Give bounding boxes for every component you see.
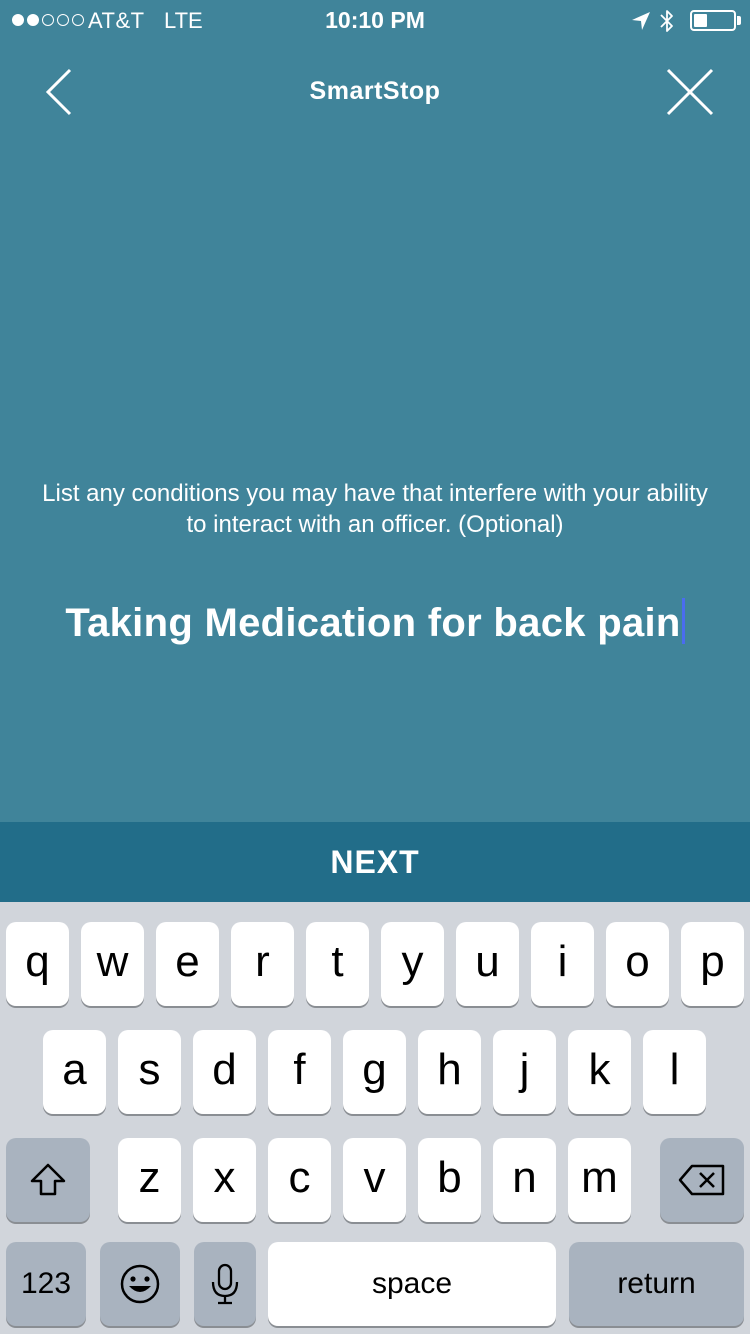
app-title: SmartStop — [309, 77, 441, 105]
key-l[interactable]: l — [643, 1030, 706, 1114]
key-w[interactable]: w — [81, 922, 144, 1006]
key-j[interactable]: j — [493, 1030, 556, 1114]
status-bar: AT&T LTE 10:10 PM — [0, 0, 750, 40]
microphone-icon — [211, 1263, 239, 1305]
shift-icon — [30, 1163, 66, 1196]
key-b[interactable]: b — [418, 1138, 481, 1222]
delete-icon — [678, 1164, 725, 1196]
key-z[interactable]: z — [118, 1138, 181, 1222]
key-f[interactable]: f — [268, 1030, 331, 1114]
space-key[interactable]: space — [268, 1242, 556, 1326]
key-a[interactable]: a — [43, 1030, 106, 1114]
answer-text[interactable]: Taking Medication for back pain — [65, 599, 680, 647]
key-u[interactable]: u — [456, 922, 519, 1006]
shift-key[interactable] — [6, 1138, 90, 1222]
key-q[interactable]: q — [6, 922, 69, 1006]
key-e[interactable]: e — [156, 922, 219, 1006]
numbers-key[interactable]: 123 — [6, 1242, 86, 1326]
key-h[interactable]: h — [418, 1030, 481, 1114]
key-n[interactable]: n — [493, 1138, 556, 1222]
key-d[interactable]: d — [193, 1030, 256, 1114]
battery-icon — [690, 10, 736, 31]
conditions-input[interactable]: Taking Medication for back pain — [0, 598, 750, 647]
key-v[interactable]: v — [343, 1138, 406, 1222]
key-m[interactable]: m — [568, 1138, 631, 1222]
return-key[interactable]: return — [569, 1242, 744, 1326]
key-p[interactable]: p — [681, 922, 744, 1006]
keyboard: q w e r t y u i o p a s d f g h j k l z … — [0, 902, 750, 1334]
key-c[interactable]: c — [268, 1138, 331, 1222]
emoji-icon — [120, 1264, 160, 1304]
key-o[interactable]: o — [606, 922, 669, 1006]
emoji-key[interactable] — [100, 1242, 180, 1326]
key-t[interactable]: t — [306, 922, 369, 1006]
battery-tip — [737, 16, 741, 25]
battery-level — [694, 14, 707, 27]
key-x[interactable]: x — [193, 1138, 256, 1222]
bluetooth-icon — [660, 10, 673, 32]
next-button[interactable]: NEXT — [0, 822, 750, 902]
microphone-key[interactable] — [194, 1242, 256, 1326]
key-g[interactable]: g — [343, 1030, 406, 1114]
key-i[interactable]: i — [531, 922, 594, 1006]
key-r[interactable]: r — [231, 922, 294, 1006]
key-k[interactable]: k — [568, 1030, 631, 1114]
text-cursor — [681, 598, 685, 644]
key-s[interactable]: s — [118, 1030, 181, 1114]
key-y[interactable]: y — [381, 922, 444, 1006]
location-arrow-icon — [632, 12, 650, 30]
close-icon[interactable] — [666, 68, 714, 116]
question-text: List any conditions you may have that in… — [42, 480, 708, 538]
delete-key[interactable] — [660, 1138, 744, 1222]
